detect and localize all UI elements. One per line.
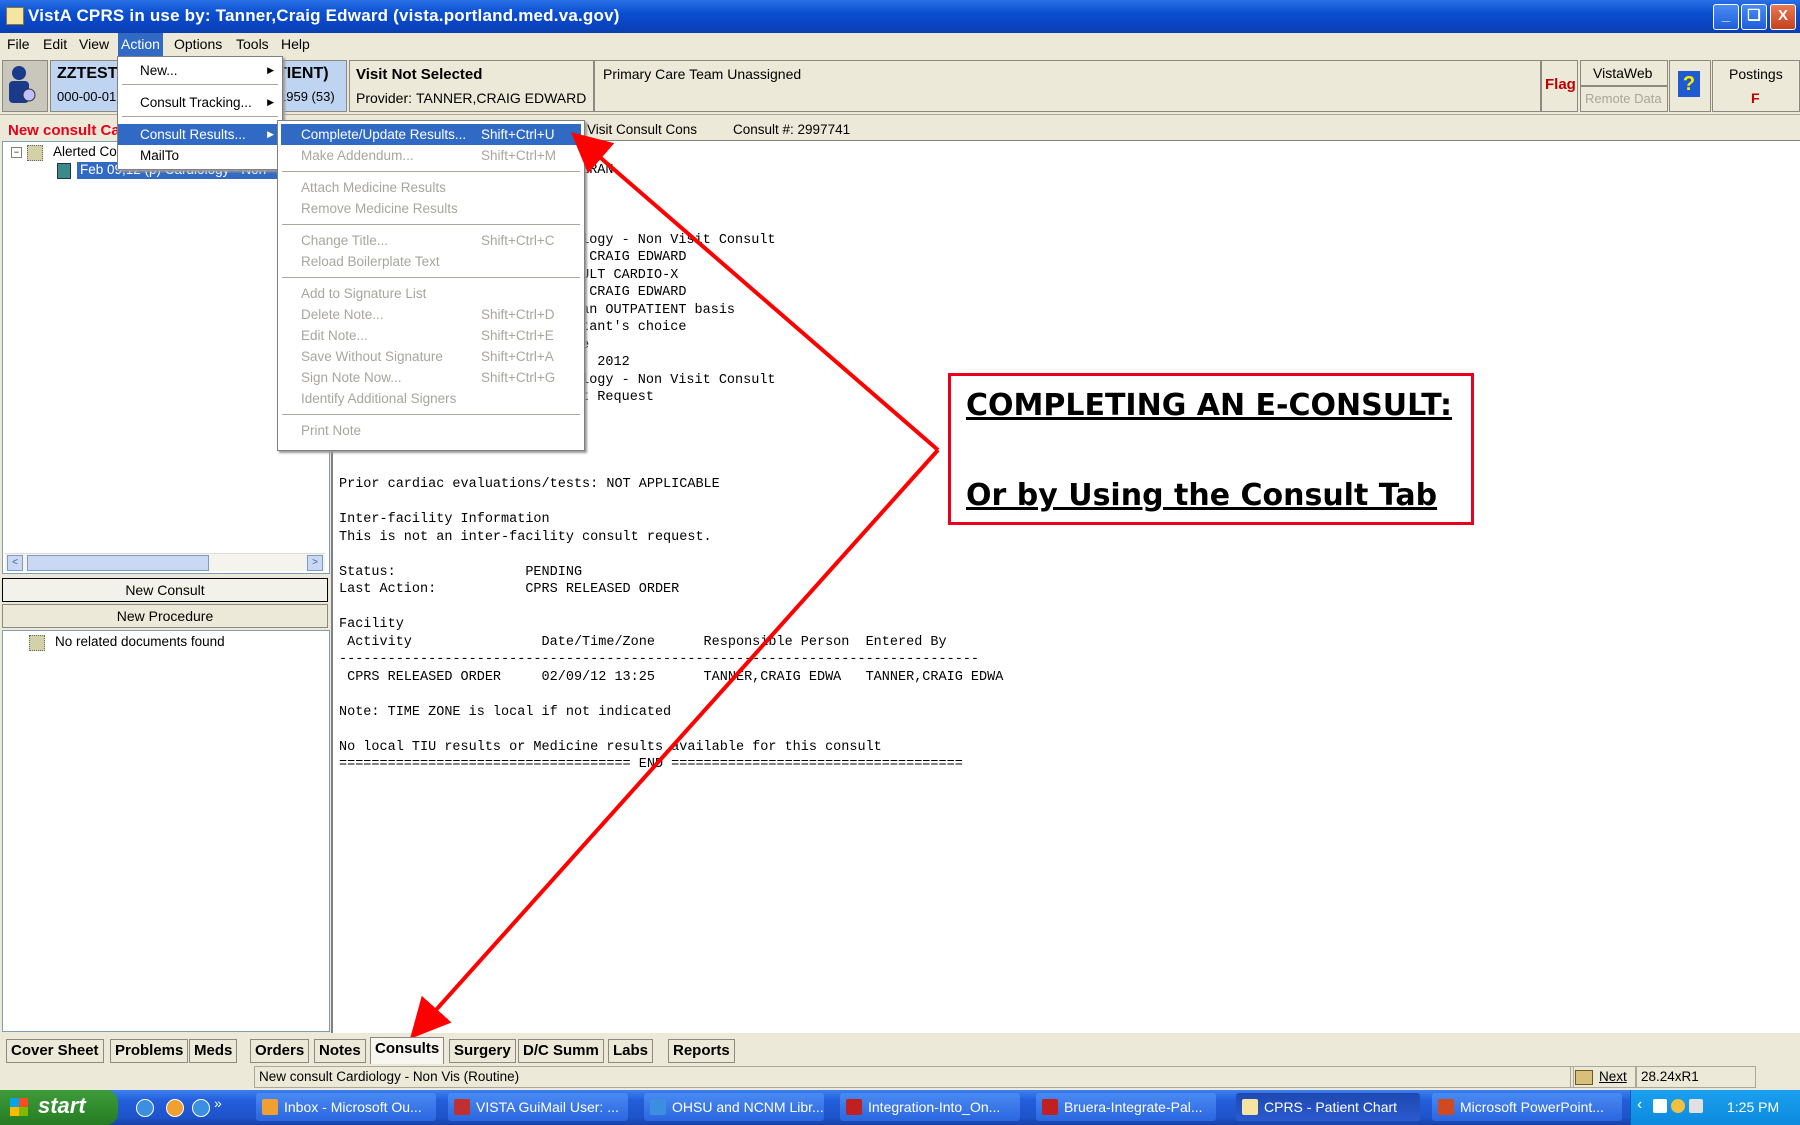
internet-explorer-icon (650, 1099, 666, 1115)
tab-cover-sheet[interactable]: Cover Sheet (6, 1039, 104, 1063)
arrow-to-complete-results (570, 132, 940, 452)
tab-labs[interactable]: Labs (608, 1039, 654, 1063)
clock: 1:25 PM (1727, 1099, 1780, 1115)
pdf-icon (1042, 1099, 1058, 1115)
outlook-icon (262, 1099, 278, 1115)
annotation-callout: COMPLETING AN E-CONSULT: Or by Using the… (948, 373, 1474, 525)
taskbar-label: Microsoft PowerPoint... (1460, 1099, 1604, 1115)
taskbar-integration-pdf[interactable]: Integration-Into_On... (840, 1093, 1020, 1121)
pointing-hand-icon (1575, 1070, 1593, 1085)
taskbar-label: VISTA GuiMail User: ... (476, 1099, 619, 1115)
cprs-app-icon (1242, 1099, 1258, 1115)
tab-problems[interactable]: Problems (110, 1039, 189, 1063)
chart-tabs: Cover Sheet Problems Meds Orders Notes C… (6, 1037, 1796, 1064)
internet-explorer-icon[interactable] (136, 1099, 154, 1117)
taskbar-ohsu-library[interactable]: OHSU and NCNM Libr... (644, 1093, 824, 1121)
tab-reports[interactable]: Reports (668, 1039, 735, 1063)
taskbar-inbox[interactable]: Inbox - Microsoft Ou... (256, 1093, 436, 1121)
volume-icon[interactable] (1689, 1099, 1703, 1113)
taskbar-cprs-patient-chart[interactable]: CPRS - Patient Chart (1236, 1093, 1420, 1121)
arrow-to-consults-tab (409, 448, 940, 1039)
taskbar-label: Integration-Into_On... (868, 1099, 1001, 1115)
tab-dc-summ[interactable]: D/C Summ (518, 1039, 604, 1063)
tab-meds[interactable]: Meds (189, 1039, 238, 1063)
browser-icon[interactable] (192, 1099, 210, 1117)
tab-orders[interactable]: Orders (250, 1039, 310, 1063)
quick-launch: » (128, 1093, 228, 1121)
taskbar-label: CPRS - Patient Chart (1264, 1099, 1398, 1115)
system-tray: ‹ 1:25 PM (1630, 1090, 1800, 1125)
status-text: New consult Cardiology - Non Vis (Routin… (254, 1066, 1574, 1088)
annotation-arrows (409, 132, 940, 1039)
start-label: start (38, 1093, 86, 1118)
tab-notes[interactable]: Notes (314, 1039, 366, 1063)
callout-title: COMPLETING AN E-CONSULT: (966, 388, 1453, 423)
taskbar-powerpoint[interactable]: Microsoft PowerPoint... (1432, 1093, 1622, 1121)
taskbar-vista-guimail[interactable]: VISTA GuiMail User: ... (448, 1093, 628, 1121)
start-button[interactable]: start (0, 1090, 118, 1125)
more-chevron-icon[interactable]: » (214, 1095, 222, 1111)
taskbar-label: OHSU and NCNM Libr... (672, 1099, 824, 1115)
network-icon[interactable] (1653, 1099, 1667, 1113)
status-bar: New consult Cardiology - Non Vis (Routin… (0, 1065, 1800, 1089)
callout-subtitle: Or by Using the Consult Tab (966, 478, 1438, 513)
powerpoint-icon (1438, 1099, 1454, 1115)
next-label: Next (1599, 1069, 1627, 1084)
next-button[interactable]: Next (1570, 1066, 1636, 1088)
windows-logo-icon (10, 1098, 28, 1116)
version-label: 28.24xR1 (1636, 1066, 1756, 1088)
tray-expand-icon[interactable]: ‹ (1637, 1096, 1642, 1114)
taskbar-label: Inbox - Microsoft Ou... (284, 1099, 422, 1115)
tab-surgery[interactable]: Surgery (449, 1039, 516, 1063)
pdf-icon (846, 1099, 862, 1115)
taskbar-label: Bruera-Integrate-Pal... (1064, 1099, 1203, 1115)
outlook-icon[interactable] (166, 1099, 184, 1117)
tab-consults[interactable]: Consults (370, 1037, 445, 1064)
security-icon[interactable] (1671, 1099, 1685, 1113)
guimail-icon (454, 1099, 470, 1115)
taskbar-bruera-pdf[interactable]: Bruera-Integrate-Pal... (1036, 1093, 1216, 1121)
